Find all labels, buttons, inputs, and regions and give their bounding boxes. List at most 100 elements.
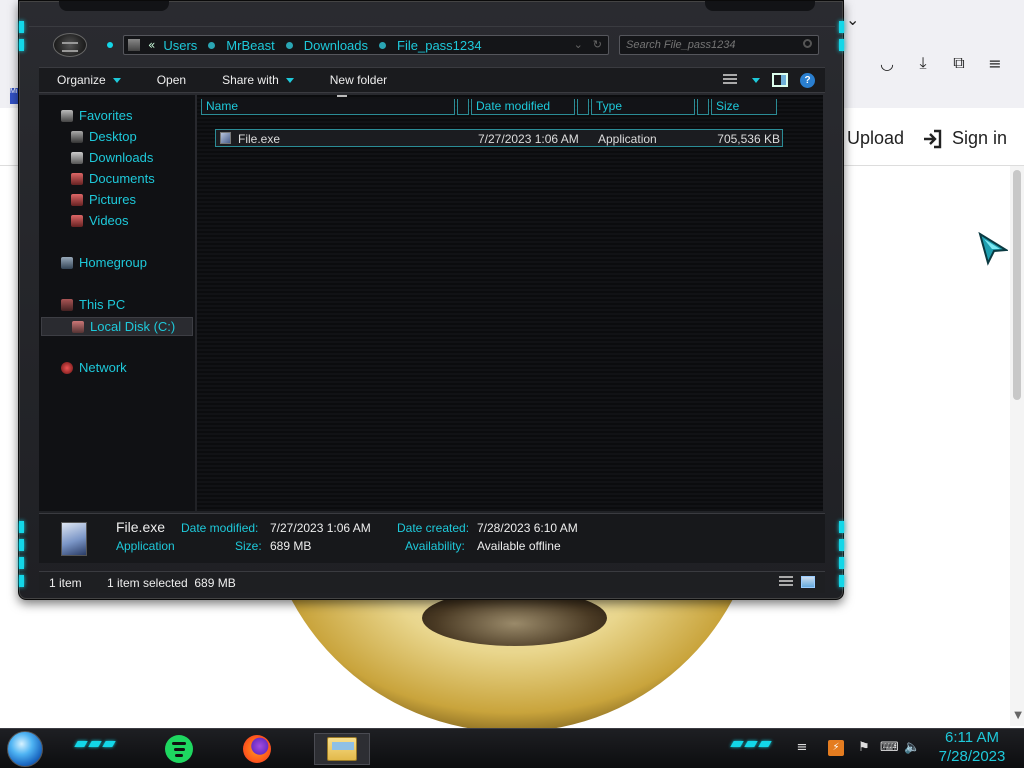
preview-pane-icon[interactable] bbox=[772, 73, 788, 87]
open-button[interactable]: Open bbox=[139, 73, 204, 87]
breadcrumb-users[interactable]: Users bbox=[163, 38, 197, 53]
address-bar[interactable]: « Users MrBeast Downloads File_pass1234 … bbox=[123, 35, 609, 55]
nav-local-disk-label: Local Disk (C:) bbox=[90, 319, 176, 334]
videos-folder-icon bbox=[71, 214, 83, 227]
details-size: 689 MB bbox=[270, 539, 312, 553]
nav-desktop[interactable]: Desktop bbox=[71, 129, 137, 144]
share-with-label: Share with bbox=[222, 73, 279, 87]
spotify-icon bbox=[165, 735, 193, 763]
command-bar: Organize Open Share with New folder ? bbox=[39, 67, 825, 93]
computer-icon bbox=[61, 298, 73, 311]
column-header-date-modified[interactable]: Date modified bbox=[471, 99, 575, 115]
nav-this-pc[interactable]: This PC bbox=[61, 297, 125, 312]
breadcrumb-separator-icon[interactable] bbox=[208, 41, 216, 49]
search-box[interactable] bbox=[619, 35, 819, 55]
sign-in-icon bbox=[924, 129, 942, 148]
address-overflow-icon[interactable]: « bbox=[148, 38, 155, 52]
tray-app-icon[interactable]: ⚡ bbox=[828, 740, 844, 756]
scroll-down-arrow-icon[interactable]: ▼ bbox=[1014, 710, 1022, 721]
refresh-icon[interactable]: ↻ bbox=[593, 38, 602, 51]
view-controls: ? bbox=[723, 72, 825, 88]
breadcrumb-current-folder[interactable]: File_pass1234 bbox=[397, 38, 482, 53]
details-size-label: Size: bbox=[235, 539, 262, 553]
taskbar-file-explorer[interactable] bbox=[314, 733, 370, 765]
upload-link[interactable]: Upload bbox=[847, 128, 904, 149]
share-with-button[interactable]: Share with bbox=[204, 73, 312, 87]
download-icon[interactable]: ⤓ bbox=[912, 52, 934, 74]
details-pane: File.exe Application Date modified: 7/27… bbox=[39, 513, 825, 563]
details-availability: Available offline bbox=[477, 539, 561, 553]
large-icons-view-icon[interactable] bbox=[801, 576, 815, 588]
documents-folder-icon bbox=[71, 172, 83, 185]
nav-network-label: Network bbox=[79, 360, 127, 375]
breadcrumb-separator-icon[interactable] bbox=[285, 41, 293, 49]
new-folder-label: New folder bbox=[329, 73, 388, 87]
file-row[interactable]: File.exe 7/27/2023 1:06 AM Application 7… bbox=[215, 129, 783, 147]
nav-pictures[interactable]: Pictures bbox=[71, 192, 136, 207]
nav-homegroup[interactable]: Homegroup bbox=[61, 255, 147, 270]
window-edge-lights-right-bottom bbox=[839, 521, 845, 593]
network-icon bbox=[61, 361, 73, 374]
nav-network[interactable]: Network bbox=[61, 360, 127, 375]
nav-favorites[interactable]: Favorites bbox=[61, 108, 132, 123]
taskbar-lights-left bbox=[74, 741, 116, 747]
breadcrumb-mrbeast[interactable]: MrBeast bbox=[226, 38, 274, 53]
nav-videos[interactable]: Videos bbox=[71, 213, 129, 228]
navigation-pane[interactable]: Favorites Desktop Downloads Documents Pi… bbox=[39, 95, 195, 511]
page-scrollbar-thumb[interactable] bbox=[1013, 170, 1021, 400]
change-view-icon[interactable] bbox=[723, 74, 737, 86]
help-icon[interactable]: ? bbox=[800, 72, 815, 88]
nav-downloads[interactable]: Downloads bbox=[71, 150, 153, 165]
sort-indicator-icon bbox=[337, 95, 347, 98]
breadcrumb-downloads[interactable]: Downloads bbox=[304, 38, 368, 53]
nav-downloads-label: Downloads bbox=[89, 150, 154, 165]
application-file-icon bbox=[220, 132, 231, 144]
menu-icon[interactable]: ≡ bbox=[984, 52, 1006, 74]
start-button[interactable] bbox=[7, 731, 43, 767]
nav-documents[interactable]: Documents bbox=[71, 171, 155, 186]
search-input[interactable] bbox=[626, 39, 796, 51]
address-controls: ⌄ ↻ bbox=[574, 38, 602, 51]
taskbar-lights-right bbox=[730, 741, 772, 747]
column-header-name[interactable]: Name bbox=[201, 99, 455, 115]
action-center-flag-icon[interactable]: ⚑ bbox=[856, 740, 872, 756]
desktop-icon bbox=[71, 130, 83, 143]
address-dropdown-icon[interactable]: ⌄ bbox=[574, 38, 583, 51]
window-title-bar[interactable] bbox=[29, 1, 835, 27]
details-view-icon[interactable] bbox=[779, 576, 793, 588]
taskbar-firefox[interactable] bbox=[238, 733, 276, 765]
column-header-divider[interactable] bbox=[457, 99, 469, 115]
taskbar-clock[interactable]: 6:11 AM 7/28/2023 bbox=[930, 728, 1014, 766]
taskbar-spotify[interactable] bbox=[160, 733, 198, 765]
pocket-icon[interactable]: ◡ bbox=[876, 52, 898, 74]
column-header-size[interactable]: Size bbox=[711, 99, 777, 115]
column-header-type[interactable]: Type bbox=[591, 99, 695, 115]
tray-overflow-icon[interactable]: ≡ bbox=[794, 740, 810, 756]
clock-date: 7/28/2023 bbox=[938, 748, 1006, 765]
volume-icon[interactable]: 🔈 bbox=[904, 740, 920, 756]
sign-in-link[interactable]: Sign in bbox=[922, 128, 1007, 149]
file-list[interactable]: Name Date modified Type Size File.exe 7/… bbox=[197, 95, 823, 511]
view-options-dropdown-icon[interactable] bbox=[752, 77, 760, 83]
file-explorer-window: « Users MrBeast Downloads File_pass1234 … bbox=[18, 0, 844, 600]
organize-dropdown-icon bbox=[112, 77, 121, 83]
search-icon[interactable] bbox=[803, 39, 812, 48]
extensions-icon[interactable]: ⧉ bbox=[948, 52, 970, 74]
folder-icon bbox=[327, 737, 357, 761]
back-forward-button[interactable] bbox=[53, 33, 87, 57]
file-date-modified: 7/27/2023 1:06 AM bbox=[478, 132, 579, 146]
details-date-created-label: Date created: bbox=[397, 521, 470, 535]
nav-homegroup-label: Homegroup bbox=[79, 255, 147, 270]
network-tray-icon[interactable]: ⌨ bbox=[880, 740, 899, 756]
new-folder-button[interactable]: New folder bbox=[312, 73, 405, 87]
nav-local-disk[interactable]: Local Disk (C:) bbox=[41, 317, 193, 336]
file-type: Application bbox=[598, 132, 657, 146]
file-size: 705,536 KB bbox=[717, 132, 780, 146]
column-header-divider[interactable] bbox=[577, 99, 589, 115]
tab-list-chevron-icon[interactable]: ⌄ bbox=[846, 10, 859, 29]
organize-button[interactable]: Organize bbox=[39, 73, 139, 87]
nav-this-pc-label: This PC bbox=[79, 297, 126, 312]
column-header-divider[interactable] bbox=[697, 99, 709, 115]
breadcrumb-separator-icon[interactable] bbox=[379, 41, 387, 49]
recent-locations-icon[interactable] bbox=[107, 42, 113, 48]
